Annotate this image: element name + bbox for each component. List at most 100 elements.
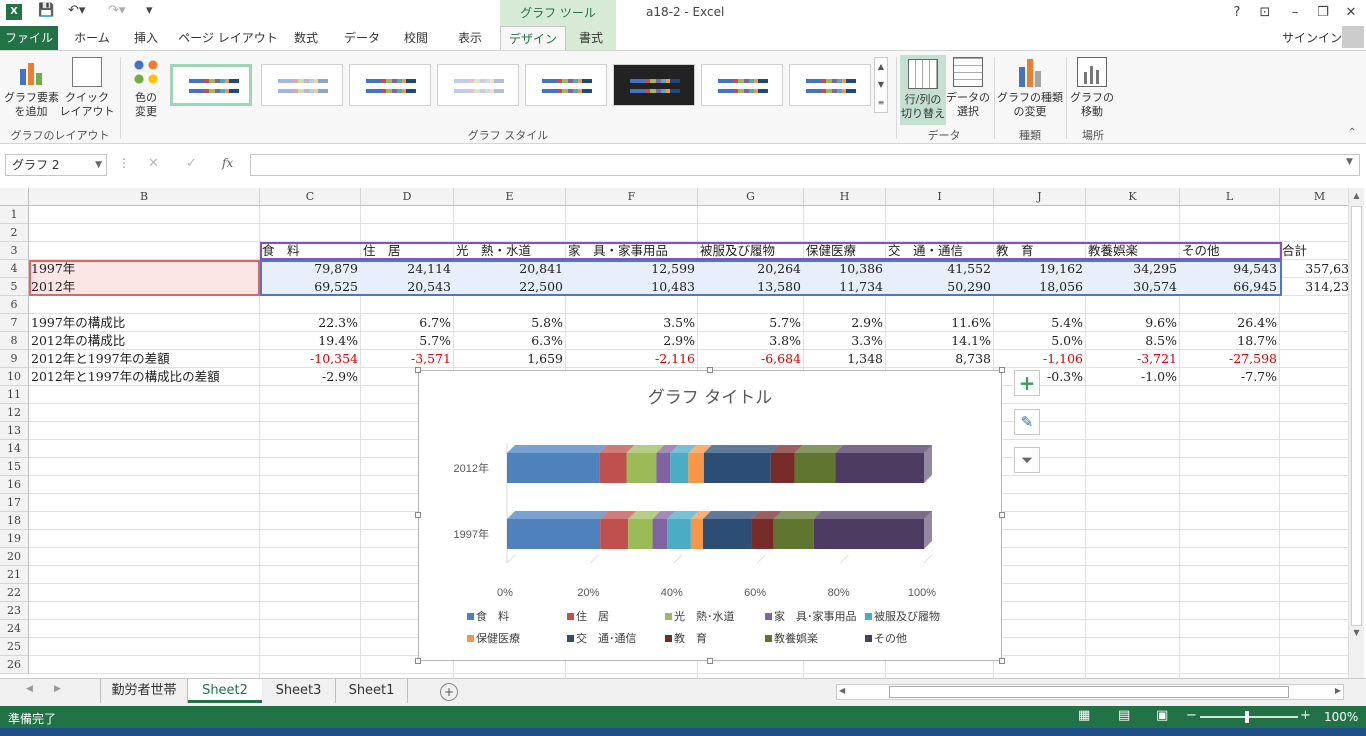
sheet-tab-4[interactable]: Sheet1 — [336, 679, 408, 703]
normal-view-icon[interactable]: ▦ — [1078, 708, 1090, 723]
vertical-scrollbar[interactable]: ▲ ▼ — [1348, 188, 1364, 678]
bar-segment[interactable] — [835, 453, 924, 483]
column-header-I[interactable]: I — [886, 188, 994, 206]
cell[interactable]: -1.0% — [1086, 368, 1180, 386]
row-header-1[interactable]: 1 — [0, 206, 29, 224]
cell[interactable]: 2012年 — [29, 278, 260, 296]
cell[interactable]: 光 熱・水道 — [454, 242, 566, 260]
change-colors-button[interactable]: 色の 変更 — [124, 57, 168, 119]
chart-style-5[interactable] — [525, 64, 607, 106]
bar-segment[interactable] — [688, 453, 704, 483]
column-header-L[interactable]: L — [1180, 188, 1280, 206]
tab-format[interactable]: 書式 — [566, 26, 616, 50]
gallery-scroll-icon[interactable]: ▲ ▼ ≡ — [874, 57, 888, 113]
row-header-7[interactable]: 7 — [0, 314, 29, 332]
bar-segment[interactable] — [794, 453, 836, 483]
cell[interactable]: 教 育 — [994, 242, 1086, 260]
cell[interactable]: -2.9% — [260, 368, 361, 386]
column-header-D[interactable]: D — [361, 188, 454, 206]
row-header-5[interactable]: 5 — [0, 278, 29, 296]
bar-segment[interactable] — [652, 519, 668, 549]
cell[interactable]: 22.3% — [260, 314, 361, 332]
row-header-18[interactable]: 18 — [0, 512, 29, 530]
avatar[interactable] — [1342, 26, 1364, 48]
row-header-16[interactable]: 16 — [0, 476, 29, 494]
bar-segment[interactable] — [628, 519, 653, 549]
chart-elements-button[interactable]: + — [1014, 370, 1040, 396]
chart-filters-button[interactable]: ⏷ — [1014, 447, 1040, 473]
next-sheet-icon[interactable]: ▶ — [54, 684, 61, 694]
zoom-slider-thumb[interactable] — [1245, 711, 1249, 723]
row-header-24[interactable]: 24 — [0, 620, 29, 638]
row-header-6[interactable]: 6 — [0, 296, 29, 314]
add-sheet-button[interactable]: + — [440, 683, 458, 701]
cell[interactable]: 13,580 — [698, 278, 804, 296]
cell[interactable]: 教養娯楽 — [1086, 242, 1180, 260]
cell[interactable]: 10,483 — [566, 278, 698, 296]
cell[interactable]: 18.7% — [1180, 332, 1280, 350]
row-header-9[interactable]: 9 — [0, 350, 29, 368]
prev-sheet-icon[interactable]: ◀ — [26, 684, 33, 694]
add-chart-element-button[interactable]: グラフ要素 を追加 — [4, 57, 59, 119]
cell[interactable]: 住 居 — [361, 242, 454, 260]
column-header-J[interactable]: J — [994, 188, 1086, 206]
cell[interactable]: 2.9% — [566, 332, 698, 350]
bar-segment[interactable] — [702, 519, 752, 549]
cell[interactable]: 10,386 — [804, 260, 886, 278]
minimize-button[interactable]: – — [1280, 2, 1310, 24]
cell[interactable]: 19.4% — [260, 332, 361, 350]
cell[interactable]: 24,114 — [361, 260, 454, 278]
chart-style-8[interactable] — [789, 64, 871, 106]
bar-segment[interactable] — [670, 453, 689, 483]
cell[interactable]: -7.7% — [1180, 368, 1280, 386]
bar-segment[interactable] — [773, 519, 814, 549]
cell[interactable]: 314,230 — [1280, 278, 1348, 296]
cell[interactable]: 1,659 — [454, 350, 566, 368]
bar-segment[interactable] — [813, 519, 924, 549]
row-header-3[interactable]: 3 — [0, 242, 29, 260]
cell[interactable]: -3,571 — [361, 350, 454, 368]
cell[interactable]: 66,945 — [1180, 278, 1280, 296]
row-header-11[interactable]: 11 — [0, 386, 29, 404]
cell[interactable]: 11,734 — [804, 278, 886, 296]
cell[interactable]: 94,543 — [1180, 260, 1280, 278]
cell[interactable]: 3.5% — [566, 314, 698, 332]
tab-data[interactable]: データ — [336, 26, 388, 50]
column-header-M[interactable]: M — [1280, 188, 1348, 206]
tab-formulas[interactable]: 数式 — [286, 26, 326, 50]
row-header-14[interactable]: 14 — [0, 440, 29, 458]
resize-handle[interactable] — [707, 367, 713, 373]
cell[interactable]: 11.6% — [886, 314, 994, 332]
cell[interactable]: 79,879 — [260, 260, 361, 278]
formula-input[interactable] — [250, 154, 1360, 176]
cell[interactable]: 20,264 — [698, 260, 804, 278]
save-icon[interactable]: 💾 — [38, 3, 54, 18]
collapse-ribbon-icon[interactable]: ⌃ — [1348, 127, 1356, 138]
cell[interactable]: -2,116 — [566, 350, 698, 368]
row-header-23[interactable]: 23 — [0, 602, 29, 620]
help-button[interactable]: ? — [1222, 2, 1252, 24]
cell[interactable]: 357,635 — [1280, 260, 1348, 278]
bar-segment[interactable] — [770, 453, 795, 483]
switch-row-column-button[interactable]: 行/列の 切り替え — [900, 55, 946, 125]
cancel-icon[interactable]: ✕ — [148, 156, 159, 171]
cell[interactable]: 3.8% — [698, 332, 804, 350]
resize-handle[interactable] — [999, 367, 1005, 373]
cell[interactable]: 41,552 — [886, 260, 994, 278]
cell[interactable]: 18,056 — [994, 278, 1086, 296]
bar-segment[interactable] — [507, 453, 600, 483]
row-header-4[interactable]: 4 — [0, 260, 29, 278]
resize-handle[interactable] — [999, 512, 1005, 518]
expand-formula-bar-icon[interactable]: ▼ — [1346, 157, 1353, 167]
cell[interactable]: 1,348 — [804, 350, 886, 368]
row-header-13[interactable]: 13 — [0, 422, 29, 440]
tab-home[interactable]: ホーム — [70, 26, 114, 50]
scroll-right-icon[interactable]: ▶ — [1335, 686, 1341, 695]
cell[interactable]: 5.7% — [361, 332, 454, 350]
cell[interactable]: 5.7% — [698, 314, 804, 332]
cell[interactable]: 50,290 — [886, 278, 994, 296]
cell[interactable]: 20,543 — [361, 278, 454, 296]
cell[interactable]: -10,354 — [260, 350, 361, 368]
cell[interactable]: 8.5% — [1086, 332, 1180, 350]
row-header-8[interactable]: 8 — [0, 332, 29, 350]
